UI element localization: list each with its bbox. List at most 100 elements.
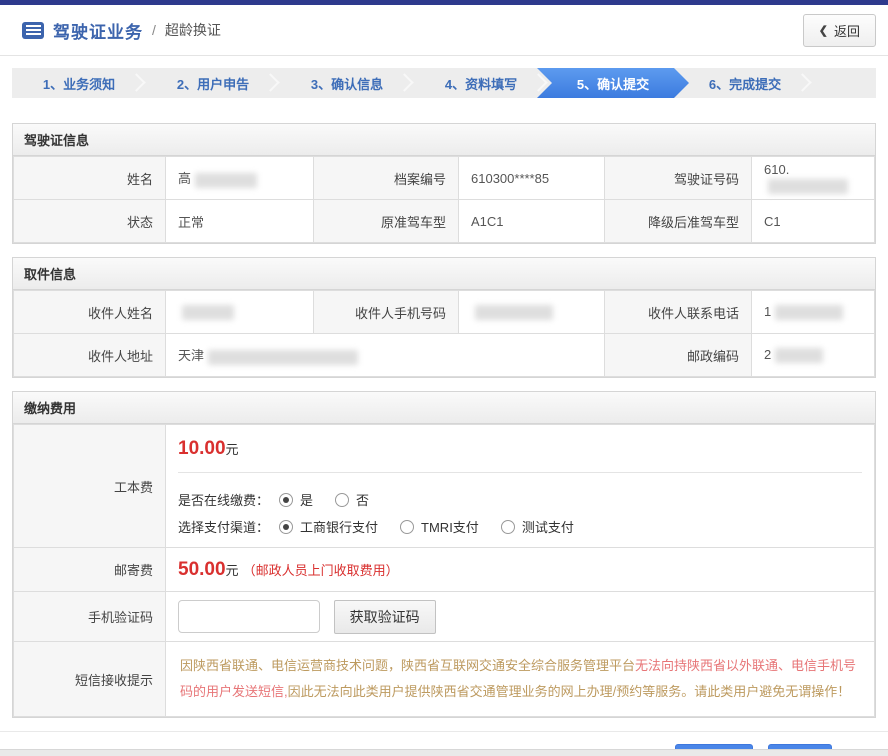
page: 驾驶证业务 / 超龄换证 ❮ 返回 1、业务须知 2、用户申告 3、确认信息 4… — [0, 0, 888, 756]
channel-tmri-label: TMRI支付 — [421, 517, 479, 536]
mail-fee-content: 50.00元 （邮政人员上门收取费用） — [166, 548, 875, 592]
payment-options: 是否在线缴费： 是 否 选择支付渠道： — [178, 473, 862, 547]
captcha-content: 获取验证码 — [166, 592, 875, 642]
status-value: 正常 — [166, 200, 314, 243]
redacted-value — [775, 305, 843, 320]
captcha-label: 手机验证码 — [14, 592, 166, 642]
license-number-text: 610. — [764, 162, 789, 177]
online-pay-no-label: 否 — [356, 490, 369, 509]
channel-icbc-label: 工商银行支付 — [300, 517, 378, 536]
channel-test-option[interactable]: 测试支付 — [501, 517, 574, 536]
file-number-value: 610300****85 — [459, 157, 605, 200]
channel-icbc-option[interactable]: 工商银行支付 — [279, 517, 378, 536]
downgraded-class-value: C1 — [752, 200, 875, 243]
recipient-address-value: 天津 — [166, 334, 605, 377]
step-5-confirm-submit-active[interactable]: 5、确认提交 — [537, 68, 689, 98]
name-value: 高 — [166, 157, 314, 200]
recipient-phone-value: 1 — [752, 291, 875, 334]
online-pay-yes-option[interactable]: 是 — [279, 490, 313, 509]
pickup-info-title: 取件信息 — [13, 258, 875, 290]
work-fee-amount: 10.00元 — [178, 425, 862, 473]
pickup-info-table: 收件人姓名 收件人手机号码 收件人联系电话 1 收件人地址 天津 邮政编码 — [13, 290, 875, 377]
captcha-row: 手机验证码 获取验证码 — [14, 592, 875, 642]
pay-channel-question: 选择支付渠道： — [178, 517, 269, 536]
back-button[interactable]: ❮ 返回 — [803, 14, 876, 47]
step-6-complete-submit[interactable]: 6、完成提交 — [678, 68, 812, 98]
file-number-label: 档案编号 — [314, 157, 459, 200]
recipient-address-label: 收件人地址 — [14, 334, 166, 377]
radio-unchecked-icon[interactable] — [335, 493, 349, 507]
header: 驾驶证业务 / 超龄换证 ❮ 返回 — [0, 5, 888, 56]
radio-checked-icon[interactable] — [279, 493, 293, 507]
table-row: 状态 正常 原准驾车型 A1C1 降级后准驾车型 C1 — [14, 200, 875, 243]
get-captcha-button[interactable]: 获取验证码 — [334, 600, 436, 634]
step-3-confirm-info[interactable]: 3、确认信息 — [280, 68, 414, 98]
license-number-label: 驾驶证号码 — [605, 157, 752, 200]
bottom-strip — [0, 749, 888, 756]
radio-checked-icon[interactable] — [279, 520, 293, 534]
name-value-text: 高 — [178, 171, 191, 186]
redacted-value — [208, 350, 358, 365]
breadcrumb-separator: / — [152, 22, 156, 38]
breadcrumb-current: 超龄换证 — [165, 20, 221, 40]
work-fee-amount-number: 10.00 — [178, 438, 226, 459]
pickup-info-section: 取件信息 收件人姓名 收件人手机号码 收件人联系电话 1 收件人地址 — [12, 257, 876, 378]
sms-tip-segment-1: 因陕西省联通、电信运营商技术问题，陕西省互联网交通安全综合服务管理平台 — [180, 658, 635, 673]
online-pay-question: 是否在线缴费： — [178, 490, 269, 509]
chevron-left-icon: ❮ — [819, 24, 828, 37]
mail-fee-row: 邮寄费 50.00元 （邮政人员上门收取费用） — [14, 548, 875, 592]
license-info-title: 驾驶证信息 — [13, 124, 875, 156]
step-2-user-declaration[interactable]: 2、用户申告 — [146, 68, 280, 98]
mail-fee-currency: 元 — [226, 563, 239, 578]
step-1-business-notice[interactable]: 1、业务须知 — [12, 68, 146, 98]
list-icon — [22, 22, 44, 39]
page-title: 驾驶证业务 — [53, 18, 143, 43]
sms-tip-content: 因陕西省联通、电信运营商技术问题，陕西省互联网交通安全综合服务管理平台无法向持陕… — [166, 642, 875, 717]
payment-section: 缴纳费用 工本费 10.00元 是否在线缴费： 是 — [12, 391, 876, 718]
recipient-name-label: 收件人姓名 — [14, 291, 166, 334]
pay-channel-line: 选择支付渠道： 工商银行支付 TMRI支付 测试支付 — [178, 517, 862, 536]
online-pay-yes-label: 是 — [300, 490, 313, 509]
recipient-name-value — [166, 291, 314, 334]
redacted-value — [768, 179, 848, 194]
captcha-input[interactable] — [178, 600, 320, 633]
redacted-value — [195, 173, 257, 188]
mail-fee-label: 邮寄费 — [14, 548, 166, 592]
license-info-table: 姓名 高 档案编号 610300****85 驾驶证号码 610. 状态 正常 … — [13, 156, 875, 243]
step-4-fill-data[interactable]: 4、资料填写 — [414, 68, 548, 98]
table-row: 收件人地址 天津 邮政编码 2 — [14, 334, 875, 377]
online-pay-line: 是否在线缴费： 是 否 — [178, 490, 862, 509]
step-wizard: 1、业务须知 2、用户申告 3、确认信息 4、资料填写 5、确认提交 6、完成提… — [12, 68, 876, 98]
postcode-label: 邮政编码 — [605, 334, 752, 377]
mail-fee-note: （邮政人员上门收取费用） — [243, 563, 399, 578]
channel-tmri-option[interactable]: TMRI支付 — [400, 517, 479, 536]
sms-tip-text: 因陕西省联通、电信运营商技术问题，陕西省互联网交通安全综合服务管理平台无法向持陕… — [178, 642, 862, 716]
radio-unchecked-icon[interactable] — [400, 520, 414, 534]
downgraded-class-label: 降级后准驾车型 — [605, 200, 752, 243]
redacted-value — [775, 348, 823, 363]
channel-test-label: 测试支付 — [522, 517, 574, 536]
radio-unchecked-icon[interactable] — [501, 520, 515, 534]
work-fee-row: 工本费 10.00元 是否在线缴费： 是 — [14, 425, 875, 548]
redacted-value — [475, 305, 553, 320]
status-label: 状态 — [14, 200, 166, 243]
sms-tip-label: 短信接收提示 — [14, 642, 166, 717]
license-number-value: 610. — [752, 157, 875, 200]
table-row: 姓名 高 档案编号 610300****85 驾驶证号码 610. — [14, 157, 875, 200]
recipient-address-text: 天津 — [178, 348, 204, 363]
back-button-label: 返回 — [834, 21, 860, 40]
redacted-value — [182, 305, 234, 320]
license-info-section: 驾驶证信息 姓名 高 档案编号 610300****85 驾驶证号码 610. … — [12, 123, 876, 244]
mail-fee-amount-number: 50.00 — [178, 559, 226, 580]
work-fee-label: 工本费 — [14, 425, 166, 548]
postcode-text: 2 — [764, 347, 771, 362]
online-pay-no-option[interactable]: 否 — [335, 490, 369, 509]
postcode-value: 2 — [752, 334, 875, 377]
work-fee-currency: 元 — [226, 442, 239, 457]
original-class-value: A1C1 — [459, 200, 605, 243]
work-fee-content: 10.00元 是否在线缴费： 是 否 — [166, 425, 875, 548]
recipient-mobile-label: 收件人手机号码 — [314, 291, 459, 334]
step-bar-filler — [812, 68, 876, 98]
original-class-label: 原准驾车型 — [314, 200, 459, 243]
sms-tip-segment-3: 因此无法向此类用户提供陕西省交通管理业务的网上办理/预约等服务。请此类用户避免无… — [288, 684, 851, 699]
